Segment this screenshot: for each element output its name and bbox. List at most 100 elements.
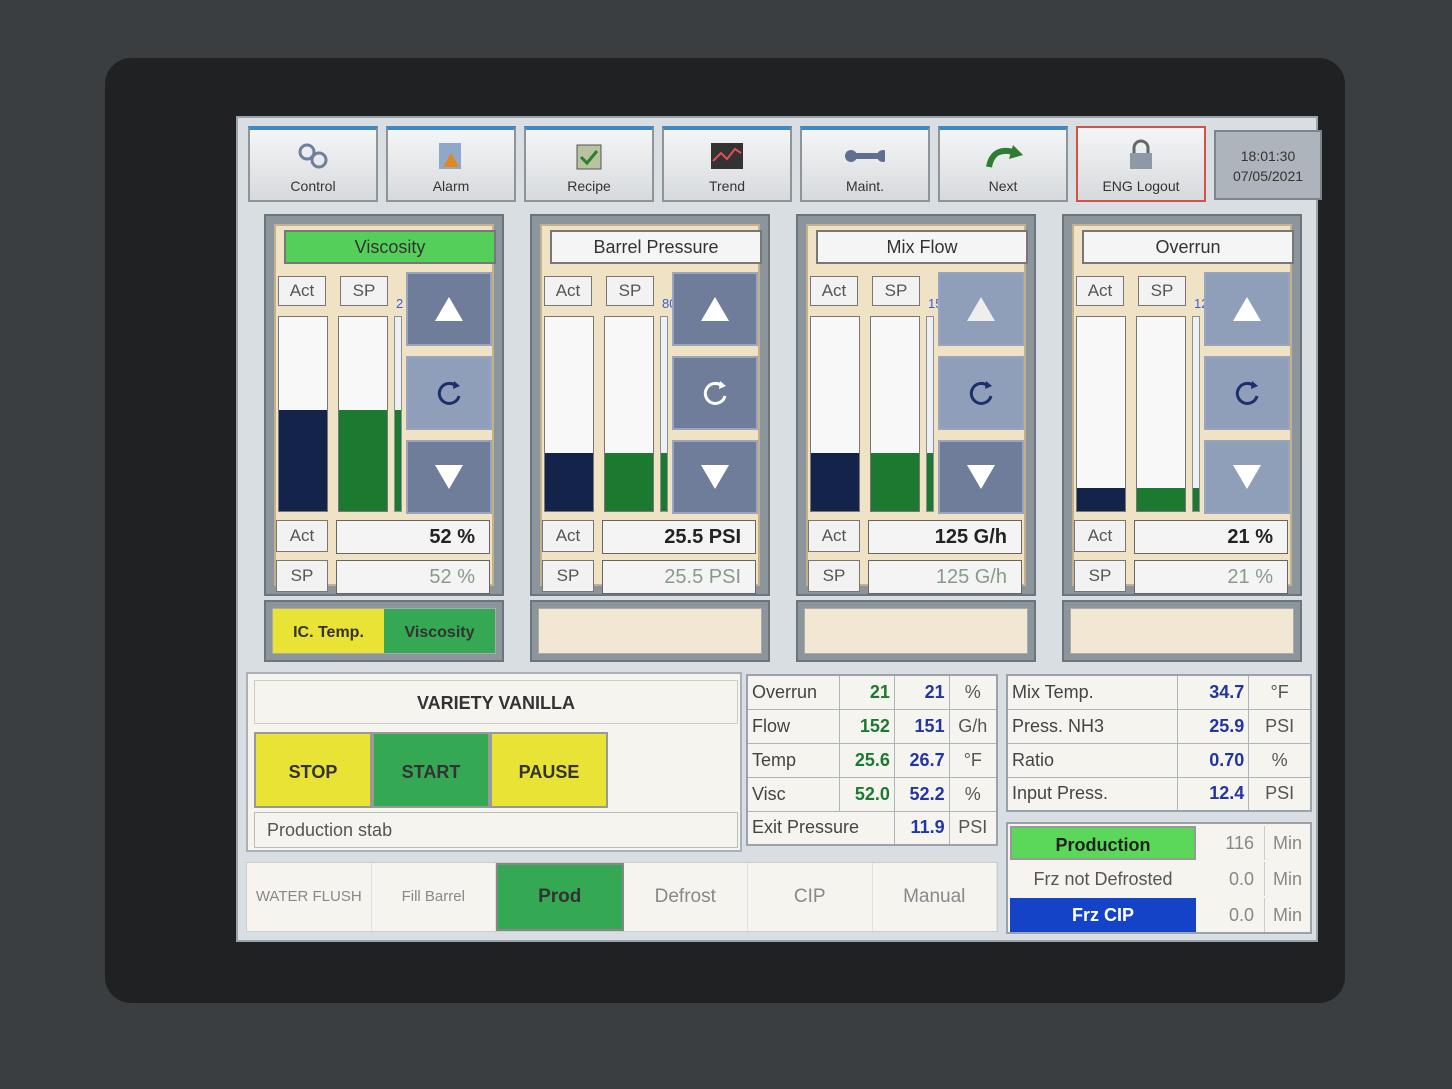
timer-value: 116 [1225,833,1254,853]
control-button[interactable]: Control [248,126,378,202]
timer-row: Frz not Defrosted 0.0 Min [1010,862,1310,896]
frz-not-defrosted-status: Frz not Defrosted [1033,869,1173,889]
eng-logout-button[interactable]: ENG Logout [1076,126,1206,202]
clock-display: 18:01:30 07/05/2021 [1214,130,1322,200]
mode-manual[interactable]: Manual [873,863,997,931]
act-bar [278,316,328,512]
mix-flow-panel: Mix Flow Act SP 15 Act 125 G/h SP 125 G/… [796,214,1036,596]
increase-button[interactable] [1204,272,1290,346]
act-cell: 25.6 [839,742,895,778]
sp-value-label: SP [808,560,860,592]
unit-cell: °F [948,742,998,778]
row-name: Input Press. [1006,776,1179,812]
decrease-button[interactable] [1204,440,1290,514]
alarm-button[interactable]: Alarm [386,126,516,202]
viscosity-panel: Viscosity Act SP 2 Act 52 % SP 52 % [264,214,504,596]
unit-cell: G/h [948,708,998,744]
barrel-pressure-panel: Barrel Pressure Act SP 80 Act 25.5 PSI S… [530,214,770,596]
decrease-button[interactable] [672,440,758,514]
reset-button[interactable] [938,356,1024,430]
row-name: Press. NH3 [1006,708,1179,744]
table-row: Press. NH3 25.9 PSI [1006,708,1312,744]
maint-button[interactable]: Maint. [800,126,930,202]
maint-label: Maint. [845,178,885,194]
clock-time: 18:01:30 [1240,148,1296,164]
production-controls: VARIETY VANILLA STOP START PAUSE Product… [246,672,742,852]
control-label: Control [290,178,336,194]
sp-label: SP [340,276,388,306]
increase-button[interactable] [406,272,492,346]
recipe-icon [569,138,609,174]
mode-prod[interactable]: Prod [496,863,624,931]
mode-cip[interactable]: CIP [748,863,873,931]
sp-max-value: 2 [396,296,404,311]
sp-value-label: SP [276,560,328,592]
wrench-icon [845,138,885,174]
trend-label: Trend [708,178,746,194]
mode-fill-barrel[interactable]: Fill Barrel [372,863,496,931]
trend-icon [707,138,747,174]
alarm-icon [431,138,471,174]
down-arrow-icon [1233,465,1261,489]
next-button[interactable]: Next [938,126,1068,202]
reset-button[interactable] [1204,356,1290,430]
recipe-button[interactable]: Recipe [524,126,654,202]
timer-unit: Min [1264,898,1310,932]
panel-title: Overrun [1082,230,1294,264]
refresh-icon [437,381,461,405]
act-value-label: Act [1074,520,1126,552]
sp-scale-fill [395,410,401,511]
viscosity-chip[interactable]: Viscosity [384,609,495,653]
value-cell: 12.4 [1177,776,1250,812]
decrease-button[interactable] [406,440,492,514]
mode-label: Prod [538,886,582,907]
overrun-status-strip [1062,600,1302,662]
row-name: Ratio [1006,742,1179,778]
sp-value[interactable]: 125 G/h [868,560,1022,594]
panel-title: Barrel Pressure [550,230,762,264]
sp-label: SP [872,276,920,306]
sp-scale-fill [1193,487,1199,511]
hmi-screen: Control Alarm Recipe Trend Maint. Next E… [236,116,1322,942]
sp-value[interactable]: 52 % [336,560,490,594]
flow-status-strip [796,600,1036,662]
stop-button[interactable]: STOP [254,732,372,808]
increase-button[interactable] [672,272,758,346]
table-row: Exit Pressure 11.9 PSI [746,810,998,846]
sp-label: SP [606,276,654,306]
unit-cell: °F [1248,674,1312,710]
act-value: 21 % [1134,520,1288,554]
increase-button[interactable] [938,272,1024,346]
start-button[interactable]: START [372,732,490,808]
sp-cell: 52.2 [893,776,950,812]
mode-label: CIP [793,886,826,907]
mode-defrost[interactable]: Defrost [624,863,748,931]
row-name: Flow [746,708,841,744]
timer-value: 0.0 [1228,905,1254,925]
down-arrow-icon [701,465,729,489]
sp-value[interactable]: 25.5 PSI [602,560,756,594]
sp-scale [394,316,402,512]
sp-scale [660,316,668,512]
trend-button[interactable]: Trend [662,126,792,202]
row-name: Mix Temp. [1006,674,1179,710]
refresh-icon [1235,381,1259,405]
pause-button[interactable]: PAUSE [490,732,608,808]
up-arrow-icon [701,297,729,321]
mode-water-flush[interactable]: WATER FLUSH [247,863,372,931]
act-cell: 52.0 [839,776,895,812]
sp-value[interactable]: 21 % [1134,560,1288,594]
decrease-button[interactable] [938,440,1024,514]
ic-temp-chip[interactable]: IC. Temp. [273,609,384,653]
mode-label: Fill Barrel [401,888,465,905]
clock-date: 07/05/2021 [1232,168,1304,184]
sp-bar [604,316,654,512]
act-bar [1076,316,1126,512]
act-value-label: Act [808,520,860,552]
sp-cell: 26.7 [893,742,950,778]
sp-scale [1192,316,1200,512]
mode-label: Manual [903,886,966,907]
status-timers: Production 116 Min Frz not Defrosted 0.0… [1006,822,1312,934]
reset-button[interactable] [672,356,758,430]
reset-button[interactable] [406,356,492,430]
